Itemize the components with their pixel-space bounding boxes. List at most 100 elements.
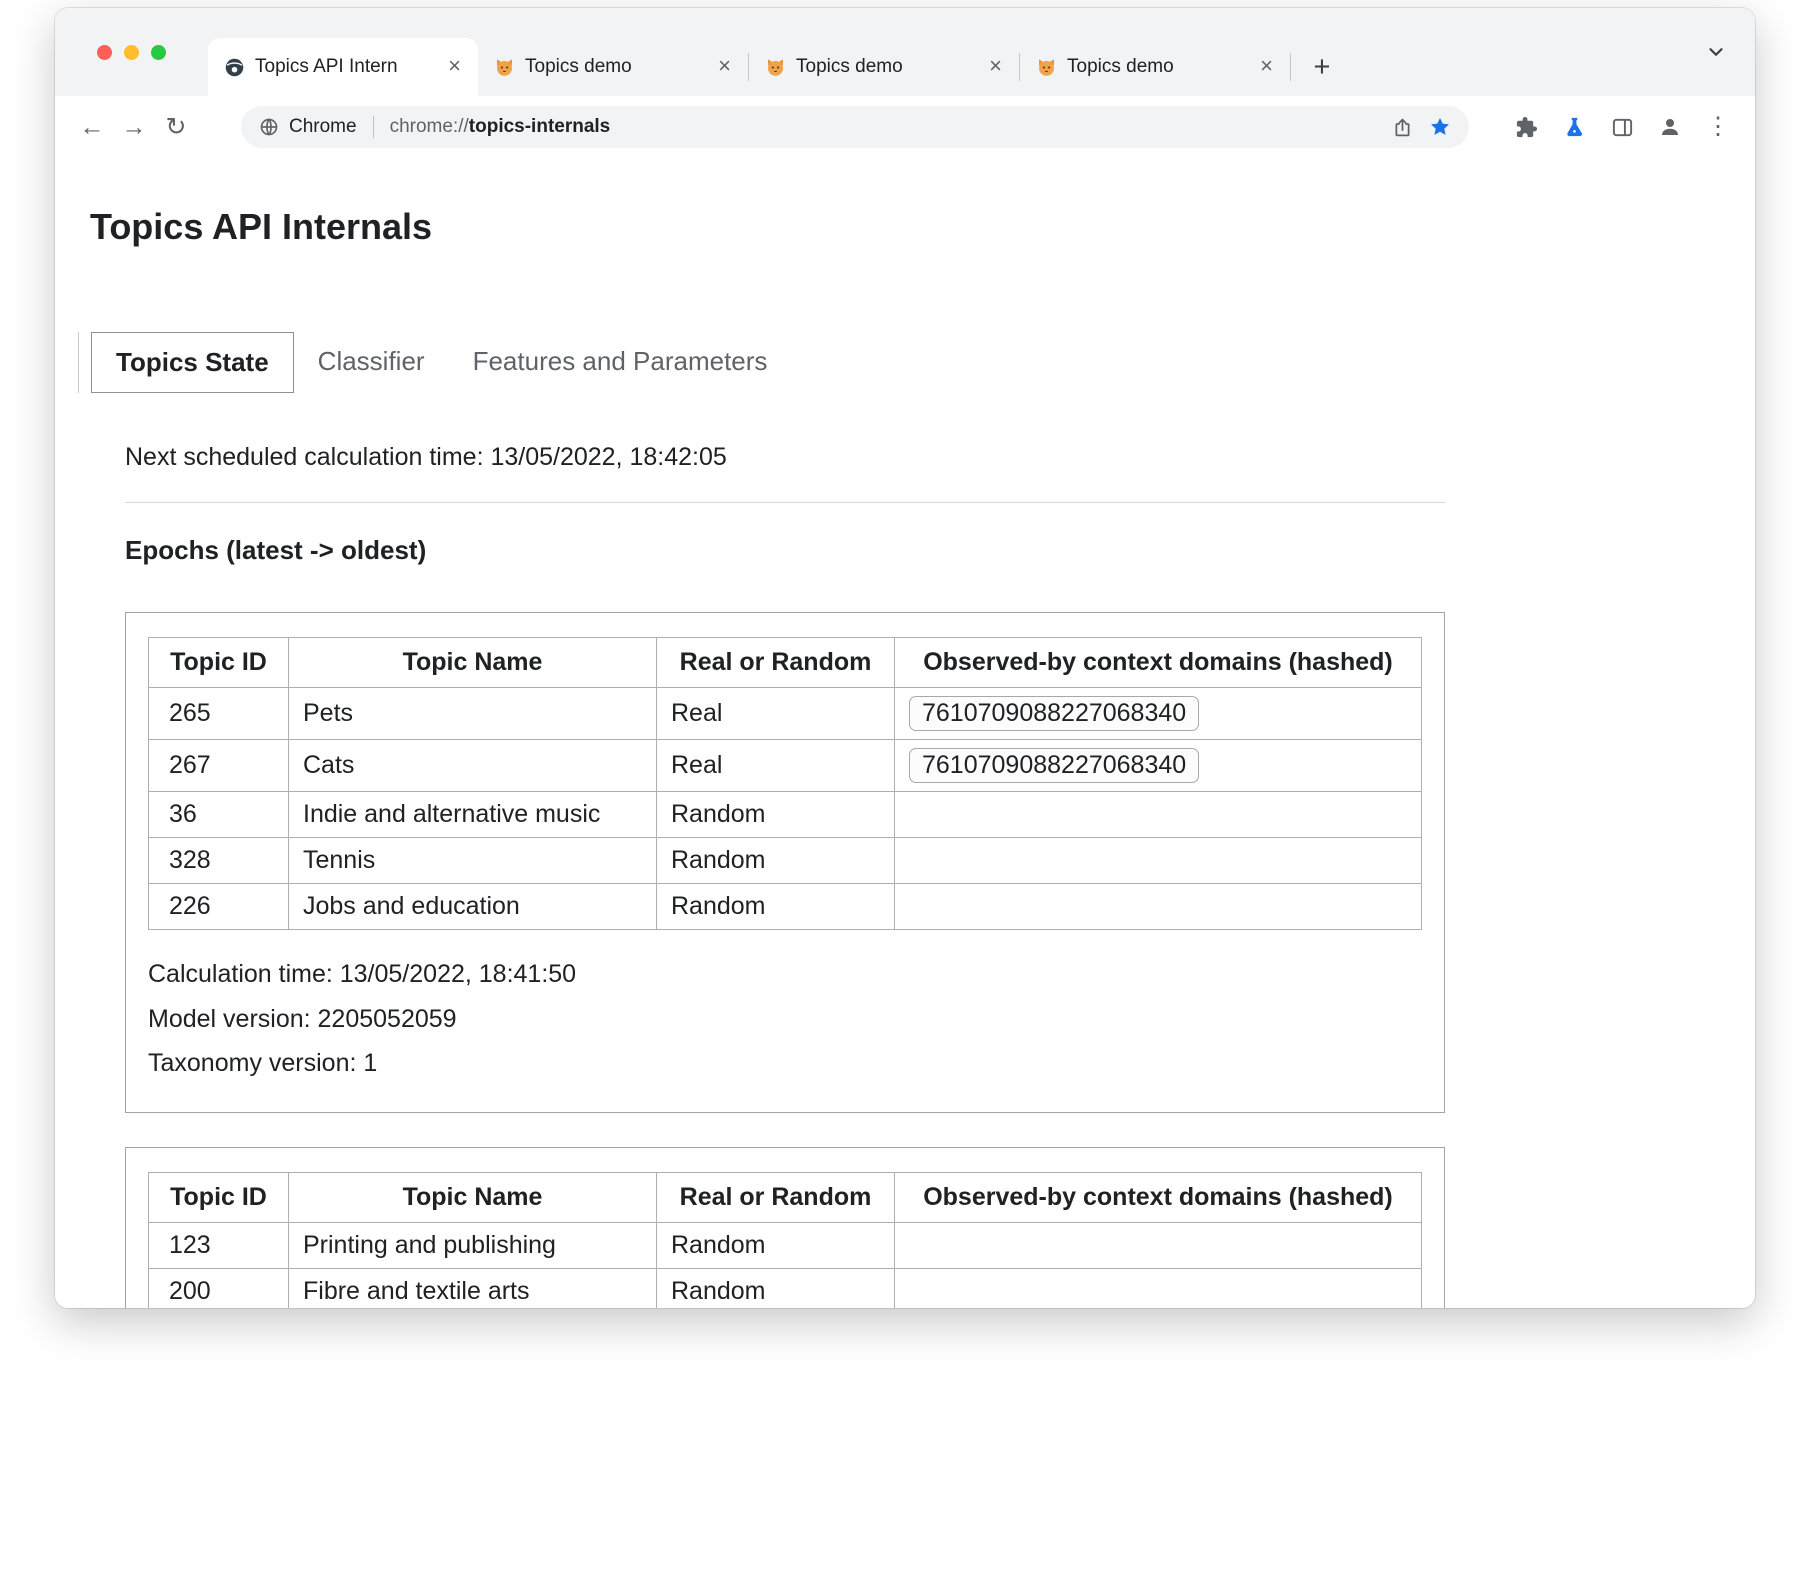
col-topic-name: Topic Name — [289, 638, 657, 688]
observed-cell — [895, 838, 1422, 884]
close-tab-icon[interactable]: × — [441, 54, 468, 80]
minimize-window-button[interactable] — [124, 45, 139, 60]
browser-tab-topics-demo-3[interactable]: Topics demo × — [1020, 38, 1290, 96]
topic-id-cell: 328 — [149, 838, 289, 884]
cat-favicon-icon — [1036, 57, 1057, 78]
taxonomy-version: Taxonomy version: 1 — [148, 1041, 1422, 1086]
col-topic-name: Topic Name — [289, 1172, 657, 1222]
browser-window: Topics API Intern × Topics demo × Topics… — [55, 8, 1755, 1308]
browser-tab-topics-demo-2[interactable]: Topics demo × — [749, 38, 1019, 96]
browser-menu-icon[interactable]: ⋮ — [1697, 106, 1739, 148]
tab-topics-state[interactable]: Topics State — [91, 332, 294, 393]
new-tab-button[interactable]: + — [1303, 48, 1341, 86]
url-scheme: chrome:// — [390, 116, 469, 137]
table-row: 123 Printing and publishing Random — [149, 1222, 1422, 1268]
tab-strip: Topics API Intern × Topics demo × Topics… — [55, 8, 1755, 96]
topic-name-cell: Jobs and education — [289, 884, 657, 930]
tab-title: Topics demo — [525, 56, 701, 78]
section-divider — [125, 502, 1445, 503]
epoch-metadata: Calculation time: 13/05/2022, 18:41:50 M… — [148, 952, 1422, 1086]
calculation-time: Calculation time: 13/05/2022, 18:41:50 — [148, 952, 1422, 997]
real-or-random-cell: Random — [657, 792, 895, 838]
topic-id-cell: 123 — [149, 1222, 289, 1268]
desktop-background: Topics API Intern × Topics demo × Topics… — [0, 0, 1810, 1576]
experiments-flask-icon[interactable] — [1553, 106, 1595, 148]
url-text: chrome://topics-internals — [390, 116, 611, 138]
zoom-window-button[interactable] — [151, 45, 166, 60]
table-row: 267 Cats Real 7610709088227068340 — [149, 740, 1422, 792]
topic-id-cell: 267 — [149, 740, 289, 792]
topic-id-cell: 36 — [149, 792, 289, 838]
topics-state-panel: Next scheduled calculation time: 13/05/2… — [125, 443, 1445, 1308]
epoch-card-1: Topic ID Topic Name Real or Random Obser… — [125, 612, 1445, 1113]
close-tab-icon[interactable]: × — [1253, 54, 1280, 80]
forward-button[interactable]: → — [113, 106, 155, 148]
url-host: topics-internals — [469, 116, 610, 137]
real-or-random-cell: Random — [657, 1222, 895, 1268]
observed-cell: 7610709088227068340 — [895, 688, 1422, 740]
epoch-card-2: Topic ID Topic Name Real or Random Obser… — [125, 1147, 1445, 1309]
table-row: 328 Tennis Random — [149, 838, 1422, 884]
page-content: Topics API Internals Topics State Classi… — [55, 158, 1755, 1308]
real-or-random-cell: Random — [657, 1268, 895, 1308]
epochs-heading: Epochs (latest -> oldest) — [125, 535, 1445, 566]
real-or-random-cell: Random — [657, 838, 895, 884]
observed-cell — [895, 792, 1422, 838]
table-header-row: Topic ID Topic Name Real or Random Obser… — [149, 638, 1422, 688]
back-button[interactable]: ← — [71, 106, 113, 148]
bookmark-star-icon[interactable] — [1429, 116, 1451, 138]
toolbar-right-cluster: ⋮ — [1505, 106, 1739, 148]
site-globe-icon — [259, 117, 279, 137]
page-title: Topics API Internals — [90, 206, 1720, 248]
tab-search-chevron-icon[interactable] — [1705, 41, 1727, 63]
hashed-domain-chip[interactable]: 7610709088227068340 — [909, 748, 1199, 783]
topic-name-cell: Printing and publishing — [289, 1222, 657, 1268]
browser-tab-topics-internals[interactable]: Topics API Intern × — [208, 38, 478, 96]
topic-name-cell: Fibre and textile arts — [289, 1268, 657, 1308]
browser-toolbar: ← → ↻ Chrome chrome://topics-internals — [55, 96, 1755, 158]
topic-name-cell: Indie and alternative music — [289, 792, 657, 838]
topic-id-cell: 226 — [149, 884, 289, 930]
cat-favicon-icon — [494, 57, 515, 78]
internals-favicon-icon — [224, 57, 245, 78]
topic-id-cell: 265 — [149, 688, 289, 740]
next-calculation-time: Next scheduled calculation time: 13/05/2… — [125, 443, 1445, 472]
internals-tab-bar: Topics State Classifier Features and Par… — [78, 332, 1720, 393]
extensions-puzzle-icon[interactable] — [1505, 106, 1547, 148]
table-row: 226 Jobs and education Random — [149, 884, 1422, 930]
observed-cell: 7610709088227068340 — [895, 740, 1422, 792]
tab-features-parameters[interactable]: Features and Parameters — [449, 332, 792, 393]
tab-classifier[interactable]: Classifier — [294, 332, 449, 393]
real-or-random-cell: Real — [657, 740, 895, 792]
col-topic-id: Topic ID — [149, 638, 289, 688]
profile-avatar-icon[interactable] — [1649, 106, 1691, 148]
real-or-random-cell: Real — [657, 688, 895, 740]
browser-tab-topics-demo-1[interactable]: Topics demo × — [478, 38, 748, 96]
side-panel-icon[interactable] — [1601, 106, 1643, 148]
col-observed-domains: Observed-by context domains (hashed) — [895, 1172, 1422, 1222]
table-row: 265 Pets Real 7610709088227068340 — [149, 688, 1422, 740]
table-header-row: Topic ID Topic Name Real or Random Obser… — [149, 1172, 1422, 1222]
close-window-button[interactable] — [97, 45, 112, 60]
observed-cell — [895, 884, 1422, 930]
tab-separator — [1290, 53, 1291, 81]
hashed-domain-chip[interactable]: 7610709088227068340 — [909, 696, 1199, 731]
real-or-random-cell: Random — [657, 884, 895, 930]
tab-title: Topics demo — [1067, 56, 1243, 78]
address-bar[interactable]: Chrome chrome://topics-internals — [241, 106, 1469, 148]
close-tab-icon[interactable]: × — [711, 54, 738, 80]
site-label: Chrome — [289, 116, 357, 138]
col-real-or-random: Real or Random — [657, 638, 895, 688]
topic-id-cell: 200 — [149, 1268, 289, 1308]
epoch-table-2: Topic ID Topic Name Real or Random Obser… — [148, 1172, 1422, 1309]
table-row: 36 Indie and alternative music Random — [149, 792, 1422, 838]
topic-name-cell: Cats — [289, 740, 657, 792]
address-divider — [373, 116, 374, 138]
col-topic-id: Topic ID — [149, 1172, 289, 1222]
share-icon[interactable] — [1392, 117, 1413, 138]
cat-favicon-icon — [765, 57, 786, 78]
close-tab-icon[interactable]: × — [982, 54, 1009, 80]
model-version: Model version: 2205052059 — [148, 997, 1422, 1042]
reload-button[interactable]: ↻ — [155, 106, 197, 148]
observed-cell — [895, 1222, 1422, 1268]
